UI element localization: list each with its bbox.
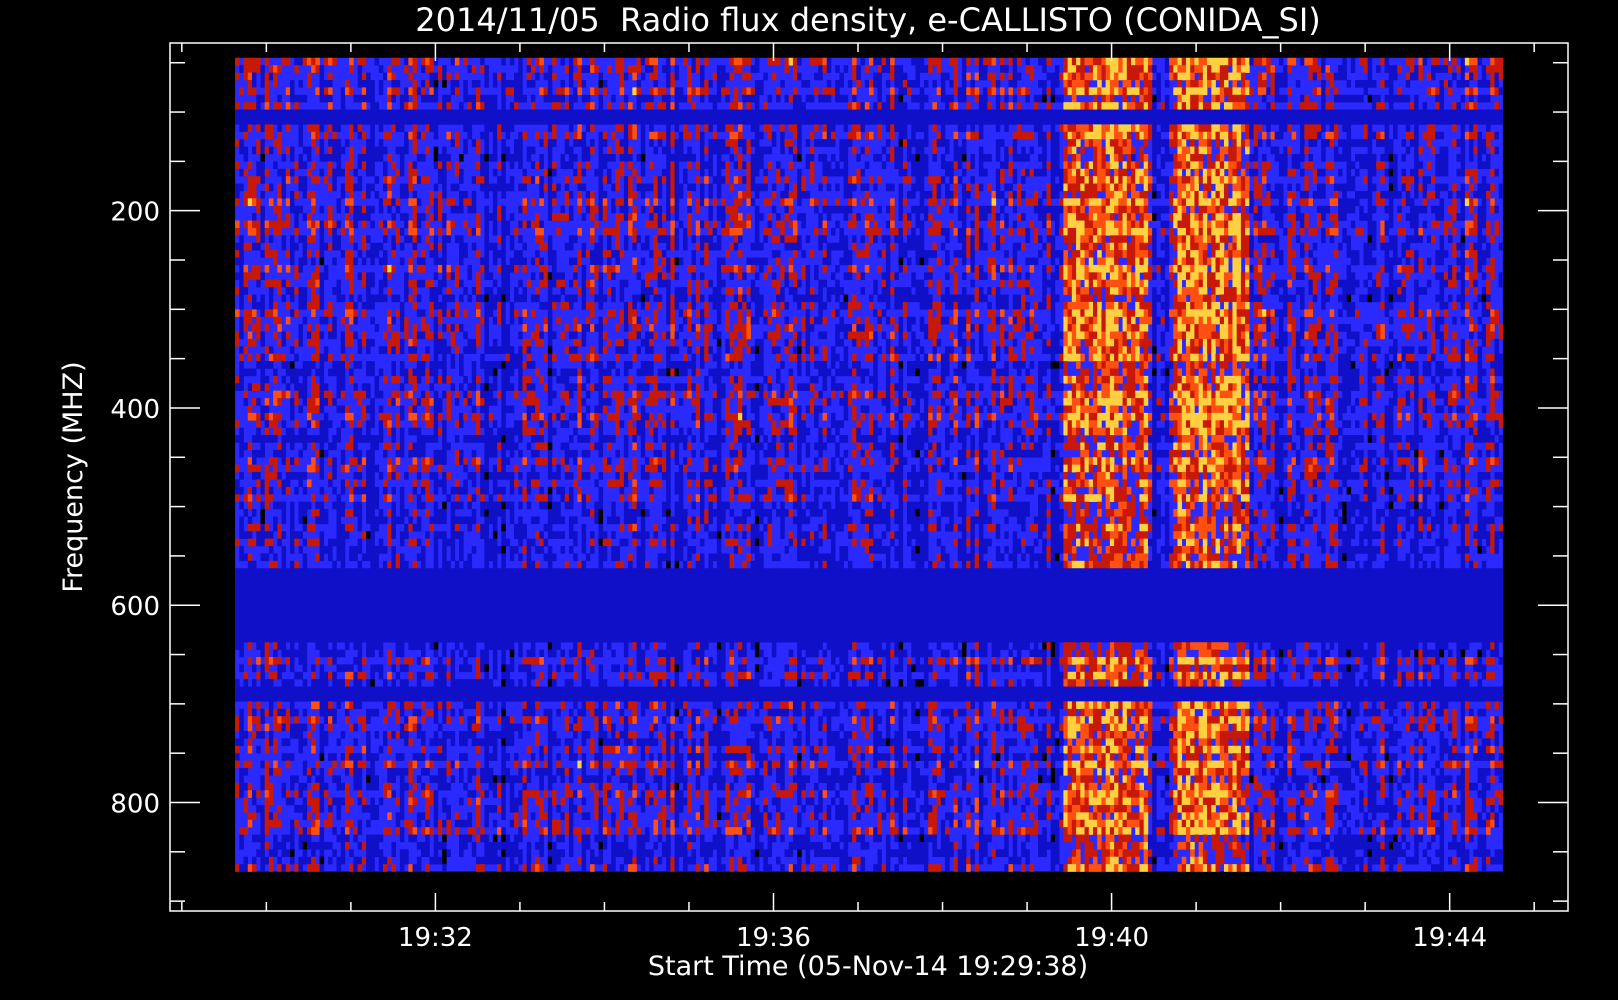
spectrogram-chart: 2014/11/05 Radio flux density, e-CALLIST… [0,0,1618,1000]
x-axis-label: Start Time (05-Nov-14 19:29:38) [648,951,1088,982]
y-tick-label: 600 [110,592,160,622]
y-tick-label: 400 [110,395,160,425]
y-axis-label: Frequency (MHZ) [58,361,89,592]
x-tick-label: 19:32 [398,923,473,953]
spectrogram-heatmap [235,57,1504,872]
chart-title: 2014/11/05 Radio flux density, e-CALLIST… [415,1,1320,39]
x-tick-label: 19:44 [1412,923,1487,953]
x-tick-label: 19:36 [736,923,811,953]
y-tick-label: 800 [110,790,160,820]
x-tick-label: 19:40 [1074,923,1149,953]
y-tick-label: 200 [110,198,160,228]
